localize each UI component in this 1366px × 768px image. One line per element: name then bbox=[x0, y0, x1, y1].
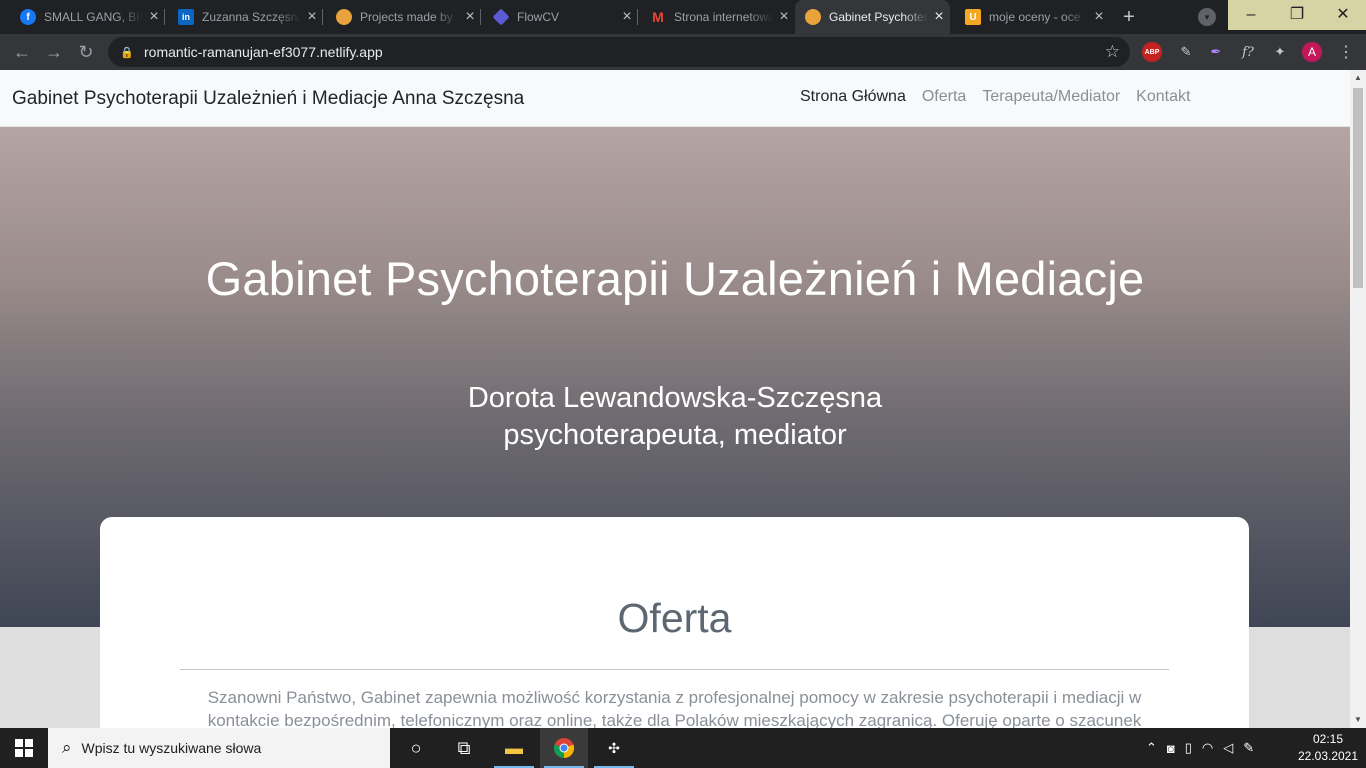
chrome-icon[interactable] bbox=[540, 728, 588, 768]
scrollbar-thumb[interactable] bbox=[1353, 88, 1363, 288]
chevron-up-icon[interactable]: ⌃ bbox=[1146, 740, 1157, 756]
page-scrollbar[interactable]: ▲ ▼ bbox=[1350, 70, 1366, 728]
close-icon[interactable]: × bbox=[1088, 8, 1110, 26]
tab-4[interactable]: M Strona internetowa × bbox=[630, 0, 795, 34]
browser-toolbar: ← → ↻ 🔒 romantic-ramanujan-ef3077.netlif… bbox=[0, 34, 1366, 70]
tab-6[interactable]: U moje oceny - oce × bbox=[945, 0, 1110, 34]
bookmark-star-icon[interactable]: ☆ bbox=[1105, 42, 1120, 62]
browser-tab-strip: f SMALL GANG, BIG × in Zuzanna Szczęsna … bbox=[0, 0, 1366, 34]
url-text: romantic-ramanujan-ef3077.netlify.app bbox=[144, 44, 383, 60]
clock-date: 22.03.2021 bbox=[1297, 749, 1359, 763]
lock-icon: 🔒 bbox=[120, 46, 134, 59]
site-brand[interactable]: Gabinet Psychoterapii Uzależnień i Media… bbox=[12, 88, 524, 110]
tidal-icon[interactable]: ✣ bbox=[590, 728, 638, 768]
volume-icon[interactable]: ◁ bbox=[1223, 740, 1233, 756]
facebook-icon: f bbox=[20, 9, 36, 25]
tab-title: Zuzanna Szczęsna bbox=[202, 10, 301, 24]
tab-3[interactable]: FlowCV × bbox=[473, 0, 638, 34]
hero-title: Gabinet Psychoterapii Uzależnień i Media… bbox=[205, 252, 1145, 305]
tab-2[interactable]: Projects made by × bbox=[316, 0, 481, 34]
new-tab-button[interactable]: + bbox=[1117, 5, 1141, 29]
minimize-button[interactable]: – bbox=[1228, 0, 1274, 30]
extensions-puzzle-icon[interactable]: ✦ bbox=[1270, 42, 1290, 62]
search-icon: ⌕ bbox=[62, 738, 72, 757]
windows-taskbar: ⌕ Wpisz tu wyszukiwane słowa ○ ⧉ ▬ ✣ ⌃ ◙… bbox=[0, 728, 1366, 768]
wifi-icon[interactable]: ◠ bbox=[1202, 740, 1213, 756]
feather-icon[interactable]: ✒ bbox=[1206, 42, 1226, 62]
menu-kebab-icon[interactable]: ⋮ bbox=[1336, 42, 1356, 62]
taskbar-search[interactable]: ⌕ Wpisz tu wyszukiwane słowa bbox=[48, 728, 390, 768]
chrome-logo bbox=[553, 738, 575, 759]
nav-link-home[interactable]: Strona Główna bbox=[800, 88, 906, 106]
offer-card: Oferta Szanowni Państwo, Gabinet zapewni… bbox=[100, 517, 1249, 728]
reload-icon[interactable]: ↻ bbox=[74, 40, 98, 64]
globe-icon bbox=[805, 9, 821, 25]
nav-link-terapeuta[interactable]: Terapeuta/Mediator bbox=[982, 88, 1120, 106]
task-view-icon[interactable]: ⧉ bbox=[440, 728, 488, 768]
tab-title: Strona internetowa bbox=[674, 10, 773, 24]
nav-links: Strona Główna Oferta Terapeuta/Mediator … bbox=[800, 88, 1190, 106]
section-text: Szanowni Państwo, Gabinet zapewnia możli… bbox=[207, 688, 1142, 728]
tab-5-active[interactable]: Gabinet Psychoterapii × bbox=[795, 0, 950, 34]
section-title: Oferta bbox=[617, 595, 732, 641]
divider bbox=[180, 669, 1169, 670]
search-placeholder: Wpisz tu wyszukiwane słowa bbox=[81, 740, 262, 756]
formula-icon[interactable]: f? bbox=[1238, 42, 1258, 62]
globe-icon bbox=[336, 9, 352, 25]
linkedin-icon: in bbox=[178, 9, 194, 25]
back-icon[interactable]: ← bbox=[10, 40, 34, 64]
profile-avatar[interactable]: A bbox=[1302, 42, 1322, 62]
forward-icon[interactable]: → bbox=[42, 40, 66, 64]
cortana-icon[interactable]: ○ bbox=[392, 728, 440, 768]
scroll-up-icon[interactable]: ▲ bbox=[1350, 70, 1366, 86]
site-navbar: Gabinet Psychoterapii Uzależnień i Media… bbox=[0, 70, 1350, 127]
system-clock[interactable]: 02:15 22.03.2021 bbox=[1296, 731, 1360, 765]
u-logo-icon: U bbox=[965, 9, 981, 25]
windows-start-icon[interactable] bbox=[0, 728, 48, 768]
tab-search-icon[interactable]: ▾ bbox=[1198, 8, 1216, 26]
hero-name: Dorota Lewandowska-Szczęsna bbox=[467, 382, 883, 414]
hero-role: psychoterapeuta, mediator bbox=[503, 419, 847, 451]
pen-icon[interactable]: ✎ bbox=[1243, 740, 1254, 756]
file-explorer-icon[interactable]: ▬ bbox=[490, 728, 538, 768]
web-page: Gabinet Psychoterapii Uzależnień i Media… bbox=[0, 70, 1350, 728]
adblock-plus-icon[interactable]: ABP bbox=[1142, 42, 1162, 62]
nav-link-oferta[interactable]: Oferta bbox=[922, 88, 966, 106]
restore-button[interactable]: ❐ bbox=[1274, 0, 1320, 30]
tab-title: Projects made by bbox=[360, 10, 453, 24]
tab-1[interactable]: in Zuzanna Szczęsna × bbox=[158, 0, 323, 34]
tab-title: FlowCV bbox=[517, 10, 560, 24]
tab-title: SMALL GANG, BIG bbox=[44, 10, 143, 24]
flowcv-icon bbox=[492, 8, 510, 26]
system-tray: ⌃ ◙ ▯ ◠ ◁ ✎ bbox=[1146, 728, 1254, 768]
scroll-down-icon[interactable]: ▼ bbox=[1350, 712, 1366, 728]
address-bar[interactable]: 🔒 romantic-ramanujan-ef3077.netlify.app … bbox=[108, 37, 1130, 67]
meet-now-icon[interactable]: ◙ bbox=[1167, 741, 1175, 756]
gmail-icon: M bbox=[652, 9, 664, 25]
tab-0[interactable]: f SMALL GANG, BIG × bbox=[0, 0, 165, 34]
nav-link-kontakt[interactable]: Kontakt bbox=[1136, 88, 1190, 106]
color-picker-icon[interactable]: ✎ bbox=[1176, 42, 1196, 62]
close-icon[interactable]: × bbox=[773, 8, 795, 26]
close-window-button[interactable]: ✕ bbox=[1320, 0, 1366, 30]
tab-title: Gabinet Psychoterapii bbox=[829, 10, 928, 24]
battery-icon[interactable]: ▯ bbox=[1185, 740, 1192, 756]
tab-title: moje oceny - oce bbox=[989, 10, 1081, 24]
clock-time: 02:15 bbox=[1312, 732, 1344, 746]
